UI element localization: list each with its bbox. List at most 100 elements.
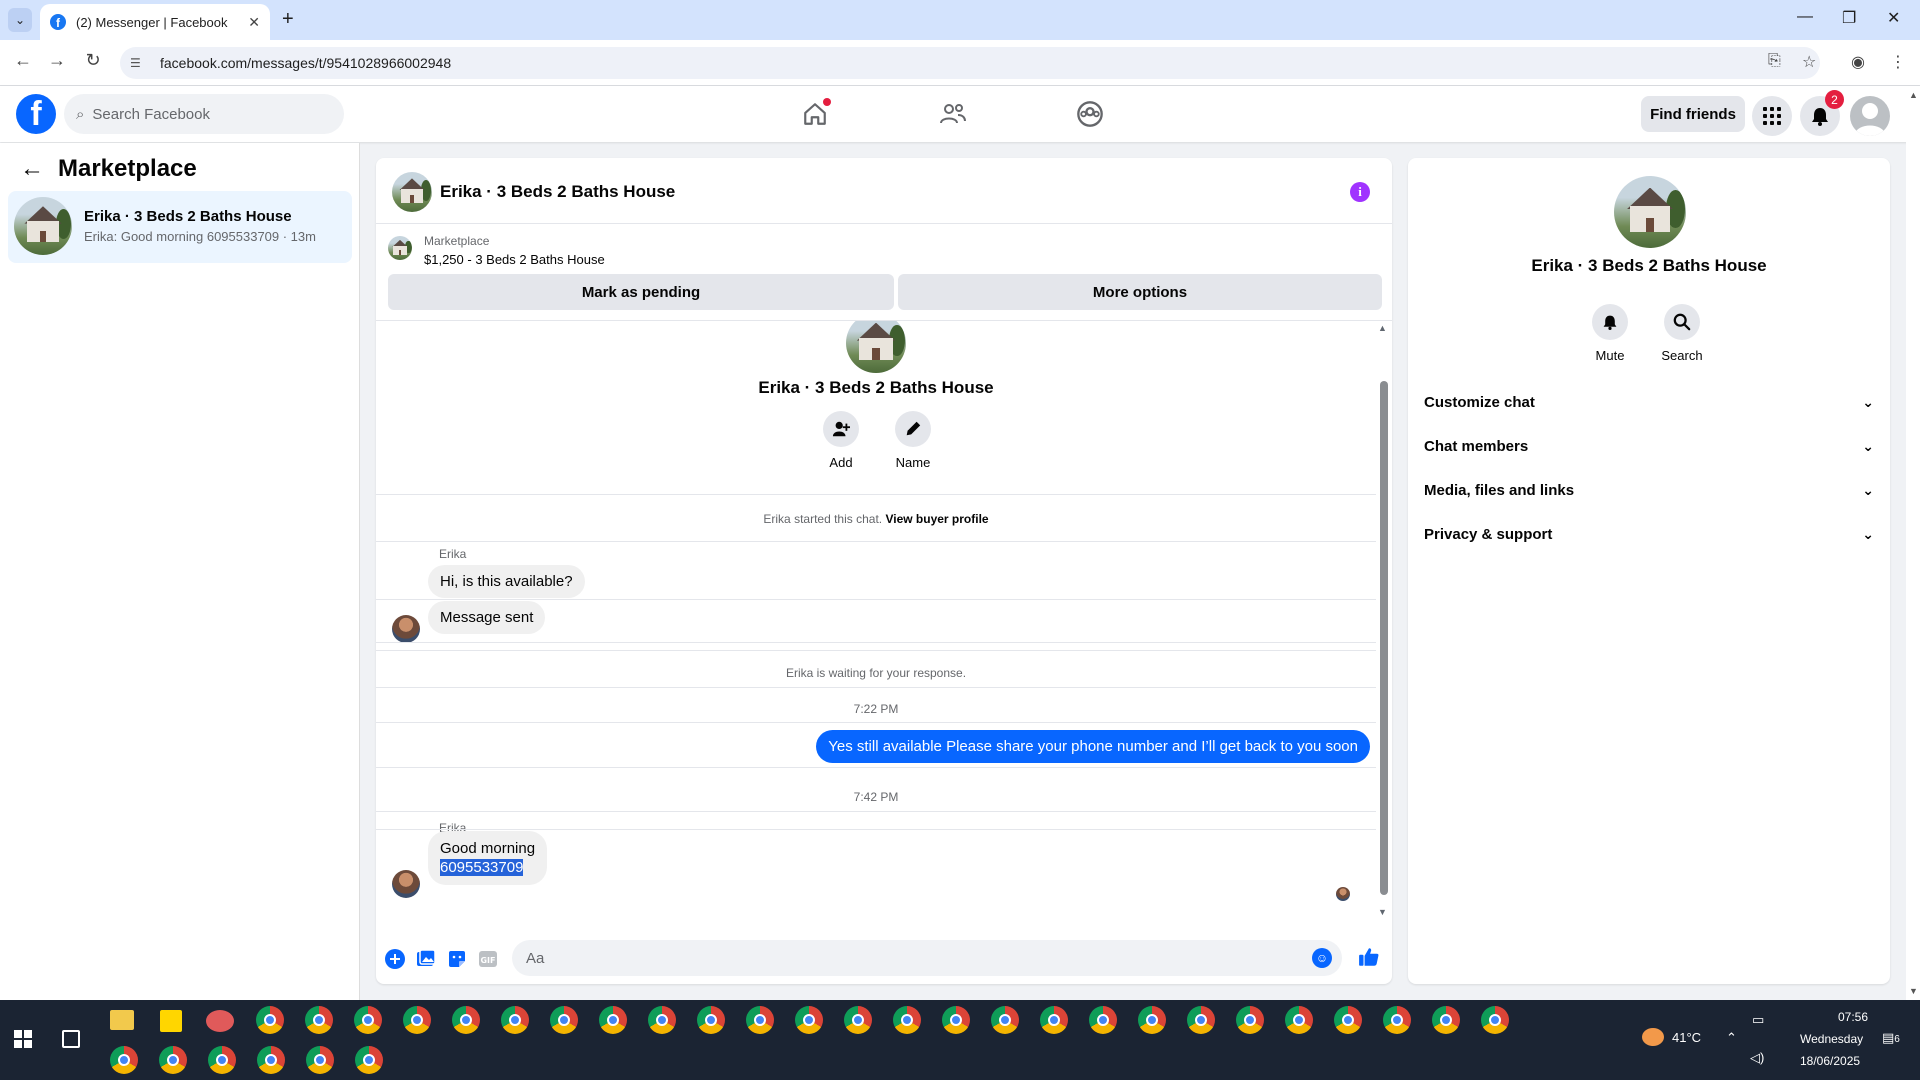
thumbs-up-icon[interactable] bbox=[1358, 946, 1380, 968]
chrome-taskbar-icon[interactable] bbox=[795, 1006, 823, 1034]
chrome-taskbar-icon[interactable] bbox=[746, 1006, 774, 1034]
selected-phone-number[interactable]: 6095533709 bbox=[440, 859, 524, 876]
chrome-taskbar-icon[interactable] bbox=[256, 1006, 284, 1034]
chrome-taskbar-icon[interactable] bbox=[550, 1006, 578, 1034]
chrome-taskbar-icon[interactable] bbox=[991, 1006, 1019, 1034]
listing-price-title[interactable]: $1,250 - 3 Beds 2 Baths House bbox=[424, 252, 605, 267]
window-close-icon[interactable]: ✕ bbox=[1887, 8, 1900, 28]
conversation-info-icon[interactable]: i bbox=[1350, 182, 1370, 202]
scroll-up-icon[interactable]: ▲ bbox=[1378, 323, 1387, 333]
forward-icon[interactable]: → bbox=[44, 50, 70, 71]
scroll-thumb[interactable] bbox=[1380, 381, 1388, 895]
task-view-icon[interactable] bbox=[62, 1030, 80, 1048]
page-scrollbar[interactable]: ▲ ▼ bbox=[1906, 86, 1920, 1000]
chat-header-avatar[interactable] bbox=[392, 172, 432, 212]
chrome-taskbar-icon[interactable] bbox=[1089, 1006, 1117, 1034]
minimize-icon[interactable]: — bbox=[1797, 8, 1813, 26]
address-bar[interactable]: ☰ facebook.com/messages/t/95410289660029… bbox=[120, 47, 1820, 79]
message-input[interactable]: Aa ☺ bbox=[512, 940, 1342, 976]
chrome-taskbar-icon[interactable] bbox=[1481, 1006, 1509, 1034]
chrome-taskbar-icon[interactable] bbox=[844, 1006, 872, 1034]
chrome-taskbar-icon[interactable] bbox=[501, 1006, 529, 1034]
volume-icon[interactable]: ◁) bbox=[1750, 1050, 1764, 1066]
chrome-taskbar-icon[interactable] bbox=[110, 1046, 138, 1074]
tab-close-icon[interactable]: ✕ bbox=[248, 14, 260, 31]
friends-icon[interactable] bbox=[935, 96, 971, 132]
site-info-icon[interactable]: ☰ bbox=[130, 56, 148, 70]
outgoing-message-bubble[interactable]: Yes still available Please share your ph… bbox=[816, 730, 1370, 763]
chrome-taskbar-icon[interactable] bbox=[354, 1006, 382, 1034]
chrome-taskbar-icon[interactable] bbox=[893, 1006, 921, 1034]
tray-expand-icon[interactable]: ⌃ bbox=[1726, 1030, 1737, 1046]
gif-icon[interactable]: GIF bbox=[477, 948, 499, 970]
chrome-taskbar-icon[interactable] bbox=[257, 1046, 285, 1074]
tab-search-dropdown[interactable]: ⌄ bbox=[8, 8, 32, 32]
incoming-message-bubble[interactable]: Good morning 6095533709 bbox=[428, 831, 548, 885]
conversation-list-item[interactable]: Erika · 3 Beds 2 Baths House Erika: Good… bbox=[8, 191, 352, 263]
name-chat-button[interactable]: Name bbox=[883, 411, 943, 470]
clock-time[interactable]: 07:56 bbox=[1838, 1010, 1868, 1024]
restore-icon[interactable]: ❐ bbox=[1842, 8, 1856, 28]
search-in-conversation-button[interactable]: Search bbox=[1652, 304, 1712, 363]
back-arrow-icon[interactable]: ← bbox=[20, 155, 44, 183]
privacy-support-row[interactable]: Privacy & support ⌄ bbox=[1424, 512, 1874, 556]
browser-menu-icon[interactable]: ⋮ bbox=[1890, 52, 1906, 72]
browser-profile-icon[interactable]: ◉ bbox=[1851, 52, 1865, 72]
chat-members-row[interactable]: Chat members ⌄ bbox=[1424, 424, 1874, 468]
emoji-icon[interactable]: ☺ bbox=[1312, 948, 1332, 968]
chrome-taskbar-icon[interactable] bbox=[452, 1006, 480, 1034]
chrome-taskbar-icon[interactable] bbox=[648, 1006, 676, 1034]
chrome-taskbar-icon[interactable] bbox=[159, 1046, 187, 1074]
windows-start-icon[interactable] bbox=[14, 1030, 32, 1048]
page-scroll-up-icon[interactable]: ▲ bbox=[1909, 90, 1918, 100]
clock-day[interactable]: Wednesday bbox=[1800, 1032, 1863, 1046]
sticker-icon[interactable] bbox=[446, 948, 468, 970]
chrome-taskbar-icon[interactable] bbox=[1187, 1006, 1215, 1034]
network-icon[interactable]: ▭ bbox=[1752, 1012, 1764, 1028]
add-person-button[interactable]: Add bbox=[811, 411, 871, 470]
notification-center-icon[interactable]: ▤6 bbox=[1882, 1030, 1900, 1046]
incoming-message-bubble[interactable]: Hi, is this available? bbox=[428, 565, 585, 598]
media-files-links-row[interactable]: Media, files and links ⌄ bbox=[1424, 468, 1874, 512]
home-icon[interactable] bbox=[797, 96, 833, 132]
find-friends-button[interactable]: Find friends bbox=[1641, 96, 1745, 132]
bookmark-star-icon[interactable]: ☆ bbox=[1802, 52, 1816, 72]
weather-icon[interactable] bbox=[1642, 1028, 1664, 1046]
groups-icon[interactable] bbox=[1072, 96, 1108, 132]
mark-as-pending-button[interactable]: Mark as pending bbox=[388, 274, 894, 310]
photo-icon[interactable] bbox=[415, 948, 437, 970]
reload-icon[interactable]: ↻ bbox=[80, 50, 106, 71]
chrome-taskbar-icon[interactable] bbox=[403, 1006, 431, 1034]
notifications-bell-icon[interactable]: 2 bbox=[1800, 90, 1844, 136]
plus-icon[interactable] bbox=[384, 948, 406, 970]
chrome-taskbar-icon[interactable] bbox=[305, 1006, 333, 1034]
clock-date[interactable]: 18/06/2025 bbox=[1800, 1054, 1860, 1068]
file-explorer-icon[interactable] bbox=[110, 1010, 134, 1030]
chrome-taskbar-icon[interactable] bbox=[1040, 1006, 1068, 1034]
temperature[interactable]: 41°C bbox=[1672, 1030, 1701, 1045]
sender-avatar[interactable] bbox=[392, 870, 420, 898]
chrome-taskbar-icon[interactable] bbox=[599, 1006, 627, 1034]
chrome-taskbar-icon[interactable] bbox=[1383, 1006, 1411, 1034]
view-buyer-profile-link[interactable]: View buyer profile bbox=[885, 512, 988, 526]
new-tab-button[interactable]: + bbox=[282, 8, 294, 31]
mute-button[interactable]: Mute bbox=[1580, 304, 1640, 363]
customize-chat-row[interactable]: Customize chat ⌄ bbox=[1424, 380, 1874, 424]
chrome-taskbar-icon[interactable] bbox=[1236, 1006, 1264, 1034]
sender-avatar[interactable] bbox=[392, 615, 420, 643]
chrome-taskbar-icon[interactable] bbox=[1334, 1006, 1362, 1034]
incoming-message-bubble[interactable]: Message sent bbox=[428, 601, 546, 634]
thread-scrollbar[interactable]: ▲ ▼ bbox=[1378, 321, 1388, 919]
install-app-icon[interactable]: ⎘ bbox=[1768, 52, 1781, 70]
more-options-button[interactable]: More options bbox=[898, 274, 1382, 310]
chrome-taskbar-icon[interactable] bbox=[355, 1046, 383, 1074]
chrome-taskbar-icon[interactable] bbox=[1432, 1006, 1460, 1034]
chrome-taskbar-icon[interactable] bbox=[1138, 1006, 1166, 1034]
menu-grid-icon[interactable] bbox=[1752, 96, 1792, 136]
chrome-taskbar-icon[interactable] bbox=[697, 1006, 725, 1034]
chat-title[interactable]: Erika · 3 Beds 2 Baths House bbox=[440, 182, 675, 202]
sticky-notes-icon[interactable] bbox=[160, 1010, 182, 1032]
chrome-taskbar-icon[interactable] bbox=[942, 1006, 970, 1034]
app-icon[interactable] bbox=[206, 1010, 234, 1032]
facebook-search-input[interactable]: ⌕ Search Facebook bbox=[64, 94, 344, 134]
